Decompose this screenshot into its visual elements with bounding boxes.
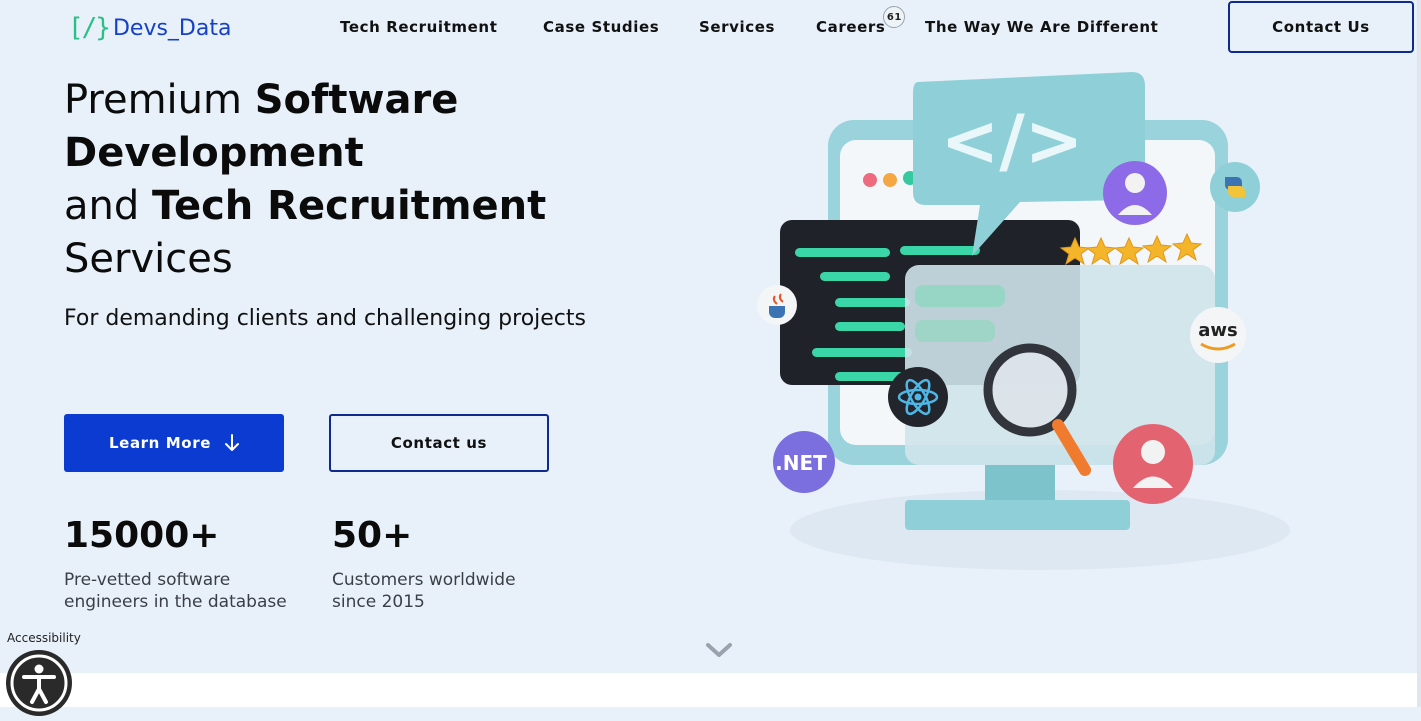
headline-part: Services xyxy=(64,236,233,282)
header-contact-button[interactable]: Contact Us xyxy=(1228,1,1414,53)
accessibility-button[interactable] xyxy=(6,650,72,716)
hero-subline: For demanding clients and challenging pr… xyxy=(64,306,586,331)
stat-engineers-value: 15000+ xyxy=(64,515,220,556)
learn-more-label: Learn More xyxy=(109,434,211,452)
headline-bold: Tech Recruitment xyxy=(151,183,547,229)
svg-text:.NET: .NET xyxy=(775,451,827,475)
logo[interactable]: [/} Devs_Data xyxy=(68,12,231,44)
headline-part: and xyxy=(64,183,152,229)
accessibility-icon xyxy=(10,654,68,712)
arrow-down-icon xyxy=(224,434,239,451)
hero-illustration: </> aws .NET xyxy=(757,72,1290,570)
nav-careers-label: Careers xyxy=(816,18,886,36)
logo-text: Devs_Data xyxy=(112,15,232,41)
hero-headline: Premium Software Development and Tech Re… xyxy=(64,74,684,286)
scrollbar[interactable] xyxy=(1417,0,1421,707)
nav-tech-recruitment[interactable]: Tech Recruitment xyxy=(340,18,497,36)
learn-more-button[interactable]: Learn More xyxy=(64,414,284,472)
stat-engineers-label: Pre-vetted software engineers in the dat… xyxy=(64,570,287,612)
chevron-down-icon[interactable] xyxy=(704,640,734,662)
stat-customers-label: Customers worldwide since 2015 xyxy=(332,570,516,612)
nav-services[interactable]: Services xyxy=(699,18,775,36)
nav-case-studies[interactable]: Case Studies xyxy=(543,18,659,36)
svg-text:</>: </> xyxy=(941,100,1084,182)
accessibility-label: Accessibility xyxy=(7,631,81,645)
hero-contact-button[interactable]: Contact us xyxy=(329,414,549,472)
stat-customers-value: 50+ xyxy=(332,515,413,556)
headline-part: Premium xyxy=(64,77,255,123)
svg-text:aws: aws xyxy=(1198,320,1238,341)
nav-way-we-are-different[interactable]: The Way We Are Different xyxy=(925,18,1158,36)
nav-careers[interactable]: Careers 61 xyxy=(816,6,906,36)
logo-mark: [/} xyxy=(68,13,111,43)
next-section xyxy=(0,673,1421,707)
